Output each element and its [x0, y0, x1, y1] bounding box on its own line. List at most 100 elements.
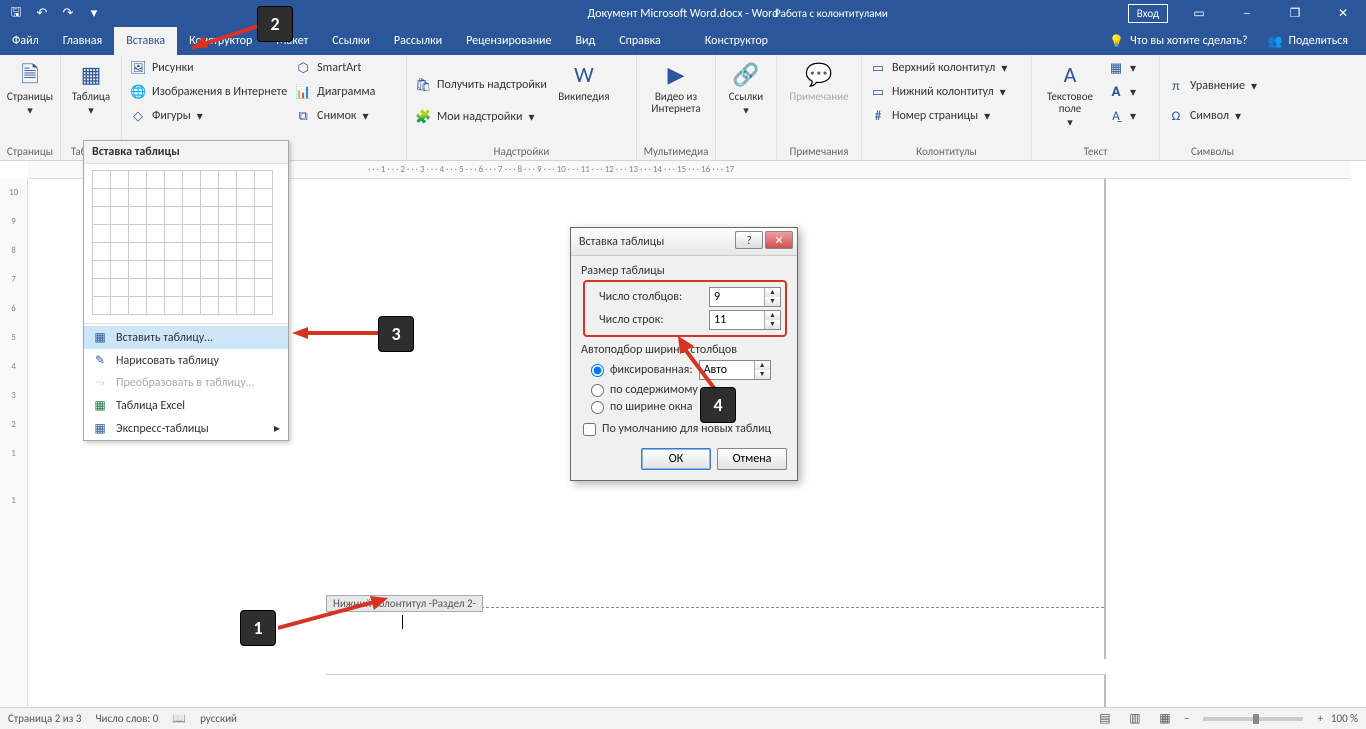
- links-button[interactable]: 🔗Ссылки▾: [722, 57, 770, 158]
- pagenum-button[interactable]: #Номер страницы ▾: [868, 105, 1009, 127]
- smartart-button[interactable]: ⬡SmartArt: [293, 57, 377, 79]
- spin-down-icon[interactable]: ▼: [765, 320, 780, 329]
- insert-table-menuitem[interactable]: ▦Вставить таблицу...: [84, 326, 288, 349]
- quick-tables-menuitem[interactable]: ▦Экспресс-таблицы▸: [84, 417, 288, 440]
- zoom-slider[interactable]: [1203, 717, 1303, 721]
- online-pictures-button[interactable]: 🌐Изображения в Интернете: [128, 81, 289, 103]
- symbol-button[interactable]: ΩСимвол ▾: [1166, 105, 1259, 127]
- tellme-search[interactable]: 💡Что вы хотите сделать?: [1109, 34, 1247, 49]
- dropcap-button[interactable]: A̲▾: [1106, 105, 1138, 127]
- radio-input[interactable]: [591, 401, 604, 414]
- share-icon: 👥: [1268, 34, 1283, 49]
- footer-button[interactable]: ▭Нижний колонтитул ▾: [868, 81, 1009, 103]
- my-addins-button[interactable]: 🧩Мои надстройки ▾: [413, 106, 549, 128]
- fixed-width-spinner[interactable]: ▲▼: [699, 360, 771, 380]
- columns-spinner[interactable]: ▲▼: [709, 287, 781, 307]
- zoom-in-button[interactable]: +: [1317, 712, 1322, 725]
- minimize-icon[interactable]: ─: [1224, 0, 1270, 27]
- print-layout-icon[interactable]: ▥: [1124, 711, 1146, 726]
- radio-input[interactable]: [591, 364, 604, 377]
- group-label-symbols: Символы: [1166, 145, 1259, 160]
- tab-help[interactable]: Справка: [607, 27, 673, 55]
- ok-button[interactable]: ОК: [641, 448, 711, 470]
- autofit-window-label: по ширине окна: [610, 400, 692, 414]
- autofit-window-radio[interactable]: по ширине окна: [591, 400, 787, 414]
- tab-view[interactable]: Вид: [563, 27, 607, 55]
- shapes-button[interactable]: ◇Фигуры ▾: [128, 105, 289, 127]
- tab-design[interactable]: Конструктор: [177, 27, 264, 55]
- remember-label: По умолчанию для новых таблиц: [602, 422, 771, 436]
- language-indicator[interactable]: русский: [200, 712, 237, 725]
- fixed-width-radio[interactable]: фиксированная: ▲▼: [591, 360, 787, 380]
- dialog-titlebar[interactable]: Вставка таблицы ? ✕: [571, 228, 797, 256]
- spellcheck-icon[interactable]: 📖: [172, 712, 186, 725]
- pages-button[interactable]: 🗎Страницы▾: [6, 57, 54, 145]
- dialog-help-button[interactable]: ?: [735, 231, 763, 249]
- undo-icon[interactable]: ↶: [30, 2, 54, 26]
- tab-insert[interactable]: Вставка: [114, 27, 177, 55]
- draw-table-menuitem[interactable]: ✎Нарисовать таблицу: [84, 349, 288, 372]
- share-label: Поделиться: [1289, 34, 1348, 48]
- word-count[interactable]: Число слов: 0: [95, 712, 158, 725]
- spin-down-icon[interactable]: ▼: [765, 297, 780, 306]
- rows-input[interactable]: [710, 311, 764, 329]
- qat-dropdown-icon[interactable]: ▾: [82, 2, 106, 26]
- radio-input[interactable]: [591, 384, 604, 397]
- wordart-button[interactable]: 𝐀▾: [1106, 81, 1138, 103]
- group-label-media: Мультимедиа: [643, 145, 709, 160]
- tab-references[interactable]: Ссылки: [320, 27, 382, 55]
- redo-icon[interactable]: ↷: [56, 2, 80, 26]
- zoom-level[interactable]: 100 %: [1331, 712, 1358, 725]
- ribbon-options-icon[interactable]: ▭: [1176, 0, 1222, 27]
- group-label-links: [722, 158, 770, 160]
- convert-label: Преобразовать в таблицу...: [116, 376, 255, 390]
- fixed-width-input[interactable]: [700, 361, 754, 379]
- rows-spinner[interactable]: ▲▼: [709, 310, 781, 330]
- cancel-button[interactable]: Отмена: [717, 448, 787, 470]
- dialog-close-button[interactable]: ✕: [765, 231, 793, 249]
- link-icon: 🔗: [732, 61, 759, 89]
- save-icon[interactable]: 🖫: [4, 2, 28, 26]
- web-layout-icon[interactable]: ▦: [1154, 711, 1176, 726]
- spin-down-icon[interactable]: ▼: [755, 370, 770, 379]
- rows-number-label: Число строк:: [599, 313, 703, 327]
- table-button[interactable]: ▦Таблица▾: [67, 57, 115, 145]
- comment-button[interactable]: 💬Примечание: [783, 57, 855, 145]
- tab-file[interactable]: Файл: [0, 27, 51, 55]
- symbol-label: Символ: [1190, 109, 1229, 123]
- pictures-button[interactable]: 🖼Рисунки: [128, 57, 289, 79]
- tab-hf-design[interactable]: Конструктор: [693, 27, 780, 55]
- screenshot-button[interactable]: ⧉Снимок ▾: [293, 105, 377, 127]
- autofit-content-radio[interactable]: по содержимому: [591, 383, 787, 397]
- checkbox-input[interactable]: [583, 423, 596, 436]
- textbox-button[interactable]: AТекстовое поле▾: [1038, 57, 1102, 145]
- share-button[interactable]: 👥 Поделиться: [1268, 34, 1348, 49]
- read-mode-icon[interactable]: ▤: [1094, 711, 1116, 726]
- excel-table-menuitem[interactable]: ▦Таблица Excel: [84, 394, 288, 417]
- page-indicator[interactable]: Страница 2 из 3: [8, 712, 81, 725]
- page-2[interactable]: [326, 674, 1106, 707]
- signin-button[interactable]: Вход: [1128, 4, 1168, 23]
- contextual-tab-title: Работа с колонтитулами: [775, 7, 888, 20]
- remember-dimensions-checkbox[interactable]: По умолчанию для новых таблиц: [583, 422, 787, 436]
- vertical-ruler[interactable]: 109876543211: [0, 179, 28, 707]
- get-addins-button[interactable]: 🛍Получить надстройки: [413, 74, 549, 96]
- wikipedia-button[interactable]: WВикипедия: [553, 57, 615, 145]
- columns-number-label: Число столбцов:: [599, 290, 703, 304]
- columns-input[interactable]: [710, 288, 764, 306]
- chevron-right-icon: ▸: [274, 421, 280, 436]
- equation-button[interactable]: πУравнение ▾: [1166, 75, 1259, 97]
- tab-review[interactable]: Рецензирование: [454, 27, 563, 55]
- table-size-grid[interactable]: [84, 164, 288, 321]
- online-video-button[interactable]: ▶Видео из Интернета: [643, 57, 709, 145]
- dropdown-title: Вставка таблицы: [84, 141, 288, 164]
- chart-button[interactable]: 📊Диаграмма: [293, 81, 377, 103]
- close-icon[interactable]: ✕: [1320, 0, 1366, 27]
- tab-mailings[interactable]: Рассылки: [382, 27, 454, 55]
- zoom-out-button[interactable]: −: [1184, 712, 1189, 725]
- tab-home[interactable]: Главная: [51, 27, 114, 55]
- restore-icon[interactable]: ❐: [1272, 0, 1318, 27]
- textbox-label: Текстовое поле: [1038, 91, 1102, 115]
- quickparts-button[interactable]: ▦▾: [1106, 57, 1138, 79]
- header-button[interactable]: ▭Верхний колонтитул ▾: [868, 57, 1009, 79]
